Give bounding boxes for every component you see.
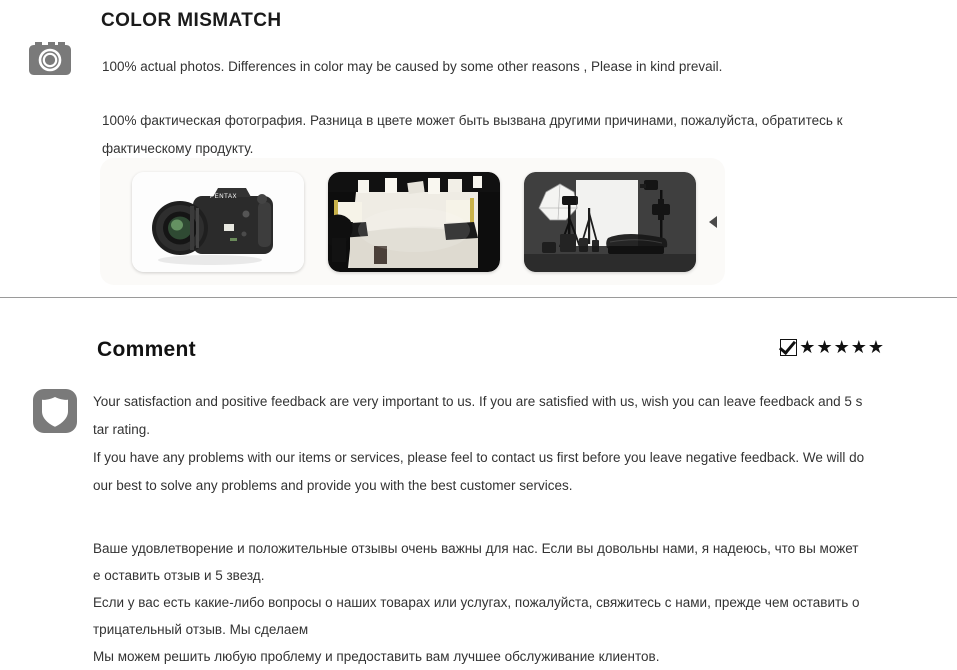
color-mismatch-text-en: 100% actual photos. Differences in color… bbox=[102, 59, 723, 74]
product-photo-gallery: PENTAX bbox=[100, 158, 725, 285]
color-mismatch-section: COLOR MISMATCH 100% actual photos. Diffe… bbox=[0, 0, 957, 285]
section-divider bbox=[0, 297, 957, 298]
color-mismatch-text-ru: 100% фактическая фотография. Разница в ц… bbox=[102, 113, 843, 156]
gallery-item[interactable] bbox=[524, 171, 696, 272]
star-icon[interactable]: ★ bbox=[834, 338, 850, 356]
gallery-strip: PENTAX bbox=[100, 158, 696, 285]
photo-studio-lighting-photo bbox=[328, 171, 500, 272]
comment-ru-line-5: Мы можем решить любую проблему и предост… bbox=[93, 649, 660, 664]
comment-en-line-2: tar rating. bbox=[93, 422, 151, 437]
star-icon[interactable]: ★ bbox=[816, 338, 832, 356]
page-title: COLOR MISMATCH bbox=[101, 10, 282, 31]
star-icon[interactable]: ★ bbox=[851, 338, 867, 356]
comment-en-line-3: If you have any problems with our items … bbox=[93, 450, 865, 465]
svg-text:PENTAX: PENTAX bbox=[210, 194, 237, 200]
rating-widget[interactable]: ★ ★ ★ ★ ★ bbox=[780, 338, 884, 356]
studio-equipment-softbox-photo bbox=[524, 171, 696, 272]
rating-checkbox[interactable] bbox=[780, 338, 798, 356]
comment-en-line-4: our best to solve any problems and provi… bbox=[93, 478, 573, 493]
shield-icon bbox=[32, 386, 78, 436]
comment-title: Comment bbox=[97, 338, 196, 361]
comment-ru-line-1: Ваше удовлетворение и положительные отзы… bbox=[93, 541, 859, 556]
star-icon[interactable]: ★ bbox=[799, 338, 815, 356]
gallery-item[interactable]: PENTAX bbox=[132, 171, 304, 272]
gallery-item[interactable] bbox=[328, 171, 500, 272]
comment-ru-line-2: е оставить отзыв и 5 звезд. bbox=[93, 568, 265, 583]
dslr-camera-photo: PENTAX bbox=[132, 171, 304, 272]
comment-en-line-1: Your satisfaction and positive feedback … bbox=[93, 394, 863, 409]
camera-icon bbox=[27, 35, 79, 79]
comment-ru-line-3: Если у вас есть какие-либо вопросы о наш… bbox=[93, 595, 860, 610]
comment-text-ru: Ваше удовлетворение и положительные отзы… bbox=[93, 535, 908, 670]
star-icon[interactable]: ★ bbox=[868, 338, 884, 356]
comment-text-en: Your satisfaction and positive feedback … bbox=[93, 388, 911, 500]
gallery-prev-arrow-icon[interactable] bbox=[709, 215, 717, 228]
comment-ru-line-4: трицательный отзыв. Мы сделаем bbox=[93, 622, 309, 637]
